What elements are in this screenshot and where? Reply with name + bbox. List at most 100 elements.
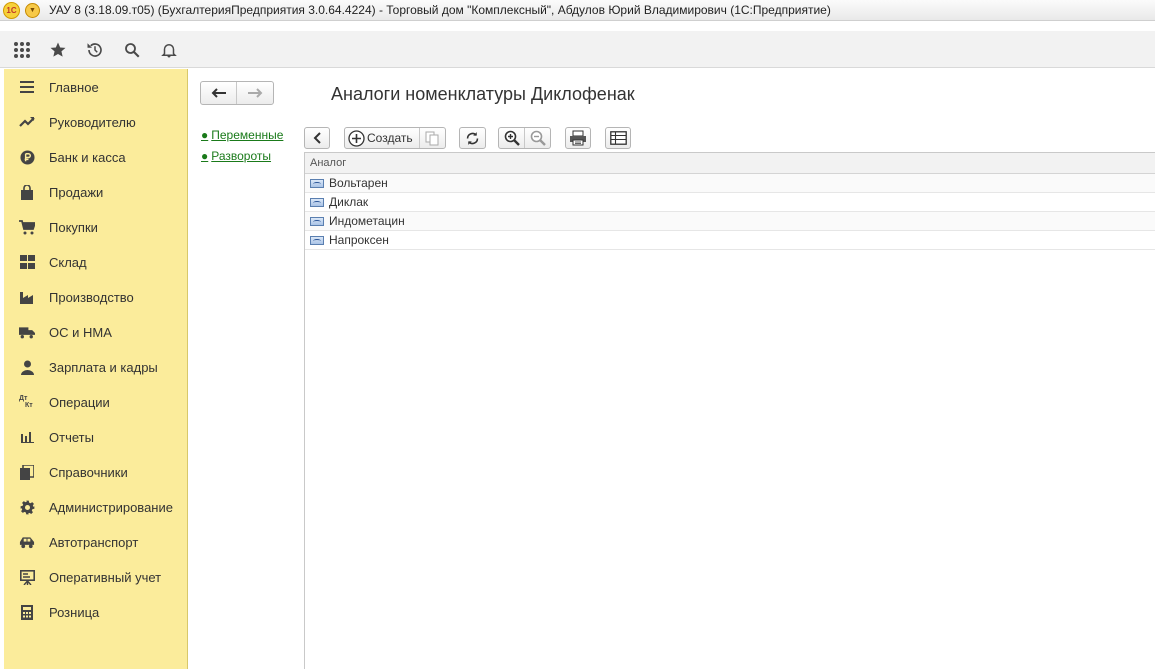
sidebar-item-administration[interactable]: Администрирование: [4, 493, 188, 521]
analogs-table[interactable]: Аналог Вольтарен Диклак Индометацин Напр…: [304, 152, 1155, 669]
link-variables-label: Переменные: [211, 128, 284, 142]
table-row[interactable]: Диклак: [305, 193, 1155, 212]
kt-label: Кт: [25, 402, 33, 409]
back-button[interactable]: [201, 82, 237, 104]
sidebar-item-operations[interactable]: Дт Кт Операции: [4, 388, 188, 416]
catalog-item-icon: [310, 178, 324, 188]
sidebar-item-label: Руководителю: [49, 114, 136, 130]
sidebar-item-references[interactable]: Справочники: [4, 458, 188, 486]
shopping-bag-icon: [19, 184, 35, 200]
sidebar-item-warehouse[interactable]: Склад: [4, 248, 188, 276]
sidebar-item-fixed-assets[interactable]: ОС и НМА: [4, 318, 188, 346]
forward-button[interactable]: [237, 82, 273, 104]
table-grid-icon: [609, 131, 627, 145]
zoom-out-button[interactable]: [525, 128, 550, 148]
sidebar-item-label: Продажи: [49, 184, 104, 200]
factory-icon: [19, 289, 35, 305]
table-row[interactable]: Индометацин: [305, 212, 1155, 231]
main-menu-button[interactable]: ▼: [25, 2, 40, 18]
sidebar-item-operational-accounting[interactable]: Оперативный учет: [4, 563, 188, 591]
sidebar-item-sales[interactable]: Продажи: [4, 178, 188, 206]
sidebar-item-label: Банк и касса: [49, 149, 126, 165]
search-icon[interactable]: [121, 39, 143, 61]
arrow-right-icon: [248, 88, 263, 98]
sidebar-item-bank[interactable]: Банк и касса: [4, 143, 188, 171]
form-links: ● Переменные ● Развороты: [201, 128, 283, 170]
app-logo[interactable]: 1С: [3, 1, 20, 19]
create-button[interactable]: Создать: [345, 128, 420, 148]
zoom-group: [498, 127, 551, 149]
table-row[interactable]: Вольтарен: [305, 174, 1155, 193]
copy-icon: [425, 131, 439, 145]
plus-circle-icon: [348, 129, 365, 147]
link-bullet: ●: [201, 149, 209, 163]
history-navigation: [200, 81, 274, 105]
sidebar-item-label: Автотранспорт: [49, 534, 139, 550]
table-settings-button[interactable]: [605, 127, 631, 149]
column-header-analog[interactable]: Аналог: [305, 153, 1155, 174]
sidebar-item-label: Зарплата и кадры: [49, 359, 158, 375]
history-icon[interactable]: [84, 39, 106, 61]
zoom-in-icon: [504, 130, 520, 146]
link-spreads-label: Развороты: [211, 149, 272, 163]
analog-name: Индометацин: [329, 214, 405, 228]
sidebar-item-retail[interactable]: Розница: [4, 598, 188, 626]
bar-chart-icon: [19, 429, 35, 445]
collapse-button[interactable]: [304, 127, 330, 149]
table-body: Вольтарен Диклак Индометацин Напроксен: [305, 174, 1155, 250]
link-spreads[interactable]: ● Развороты: [201, 149, 283, 163]
sidebar-item-label: Главное: [49, 79, 99, 95]
warehouse-grid-icon: [19, 254, 35, 270]
sidebar-item-purchases[interactable]: Покупки: [4, 213, 188, 241]
chevron-left-icon: [313, 132, 321, 144]
copy-button[interactable]: [420, 128, 445, 148]
favorites-star-icon[interactable]: [47, 39, 69, 61]
sidebar-item-production[interactable]: Производство: [4, 283, 188, 311]
car-icon: [19, 534, 35, 550]
sidebar-item-payroll[interactable]: Зарплата и кадры: [4, 353, 188, 381]
analog-name: Диклак: [329, 195, 369, 209]
sidebar-item-vehicles[interactable]: Автотранспорт: [4, 528, 188, 556]
person-icon: [19, 359, 35, 375]
chevron-down-icon: ▼: [29, 6, 36, 14]
sidebar-item-label: Справочники: [49, 464, 128, 480]
table-row[interactable]: Напроксен: [305, 231, 1155, 250]
link-variables[interactable]: ● Переменные: [201, 128, 283, 142]
sidebar-item-label: Отчеты: [49, 429, 94, 445]
printer-icon: [570, 130, 586, 146]
catalog-item-icon: [310, 235, 324, 245]
create-button-label: Создать: [367, 131, 413, 145]
sidebar-item-reports[interactable]: Отчеты: [4, 423, 188, 451]
presentation-icon: [19, 569, 35, 585]
sidebar-item-main[interactable]: Главное: [4, 73, 188, 101]
dt-label: Дт: [19, 395, 28, 402]
analog-name: Вольтарен: [329, 176, 388, 190]
refresh-button[interactable]: [459, 127, 486, 149]
zoom-in-button[interactable]: [499, 128, 525, 148]
main-toolbar: [0, 31, 1155, 68]
window-titlebar: 1С ▼ УАУ 8 (3.18.09.т05) (БухгалтерияПре…: [0, 0, 1155, 21]
sidebar-item-label: Администрирование: [49, 499, 173, 515]
analog-name: Напроксен: [329, 233, 389, 247]
truck-icon: [19, 324, 35, 340]
print-button[interactable]: [565, 127, 591, 149]
ruble-coin-icon: [19, 149, 35, 165]
notifications-bell-icon[interactable]: [158, 39, 180, 61]
sidebar-item-label: Склад: [49, 254, 87, 270]
apps-grid-icon[interactable]: [11, 39, 33, 61]
dt-kt-icon: Дт Кт: [19, 394, 35, 410]
sidebar-item-label: Розница: [49, 604, 100, 620]
window-title: УАУ 8 (3.18.09.т05) (БухгалтерияПредприя…: [49, 3, 831, 17]
calculator-icon: [19, 604, 35, 620]
arrow-left-icon: [211, 88, 226, 98]
books-icon: [19, 464, 35, 480]
sections-sidebar: Главное Руководителю Банк и касса Продаж…: [4, 69, 188, 669]
sidebar-item-label: Оперативный учет: [49, 569, 162, 585]
link-bullet: ●: [201, 128, 209, 142]
sidebar-item-manager[interactable]: Руководителю: [4, 108, 188, 136]
sidebar-item-label: Производство: [49, 289, 134, 305]
gear-icon: [19, 499, 35, 515]
catalog-item-icon: [310, 197, 324, 207]
catalog-item-icon: [310, 216, 324, 226]
refresh-icon: [466, 131, 479, 145]
